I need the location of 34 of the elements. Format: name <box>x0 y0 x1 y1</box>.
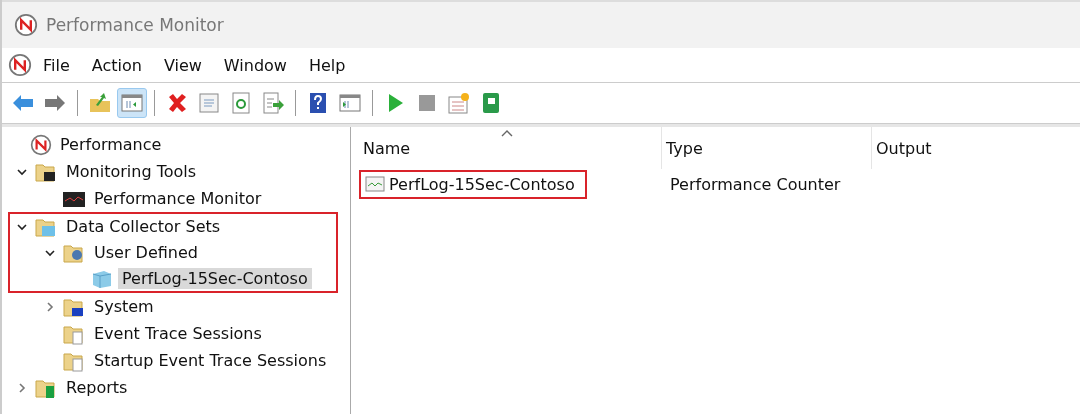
app-logo-icon <box>14 13 38 37</box>
menu-item[interactable]: View <box>152 55 213 75</box>
menu-item[interactable]: Action <box>80 55 153 75</box>
refresh-icon <box>229 91 253 115</box>
menu-item[interactable]: File <box>32 55 81 75</box>
menu-item[interactable]: Help <box>297 55 357 75</box>
menu-item[interactable]: Window <box>212 55 298 75</box>
tree-item[interactable]: Performance Monitor <box>90 188 266 209</box>
tree-item[interactable]: Performance <box>56 134 166 155</box>
tree-item[interactable]: PerfLog-15Sec-Contoso <box>118 268 312 289</box>
document-icon <box>197 91 221 115</box>
panel-icon <box>120 91 144 115</box>
chevron-right-icon[interactable] <box>44 300 56 313</box>
tree-item[interactable]: Monitoring Tools <box>62 161 201 182</box>
table-cell-text: Performance Counter <box>669 174 842 194</box>
export-icon <box>261 91 285 115</box>
console-tree-button[interactable] <box>117 88 147 118</box>
column-header[interactable]: Name <box>359 127 662 169</box>
tree-item[interactable]: User Defined <box>90 242 202 263</box>
list-item[interactable]: PerfLog-15Sec-Contoso <box>359 169 587 199</box>
column-header[interactable]: Output <box>872 127 1072 169</box>
tree-item[interactable]: Reports <box>62 377 132 398</box>
window-title: Performance Monitor <box>46 15 224 35</box>
performance-icon <box>30 133 52 156</box>
app-menu-icon[interactable] <box>8 53 32 77</box>
calendar-icon <box>447 91 471 115</box>
chart-icon <box>365 176 385 192</box>
tree-item[interactable]: System <box>90 296 158 317</box>
panel-icon <box>338 91 362 115</box>
folder-icon <box>88 91 112 115</box>
tree-item[interactable]: Event Trace Sessions <box>90 323 266 344</box>
chevron-right-icon[interactable] <box>16 381 28 394</box>
column-header[interactable]: Type <box>662 127 872 169</box>
tree-item[interactable]: Startup Event Trace Sessions <box>90 350 331 371</box>
